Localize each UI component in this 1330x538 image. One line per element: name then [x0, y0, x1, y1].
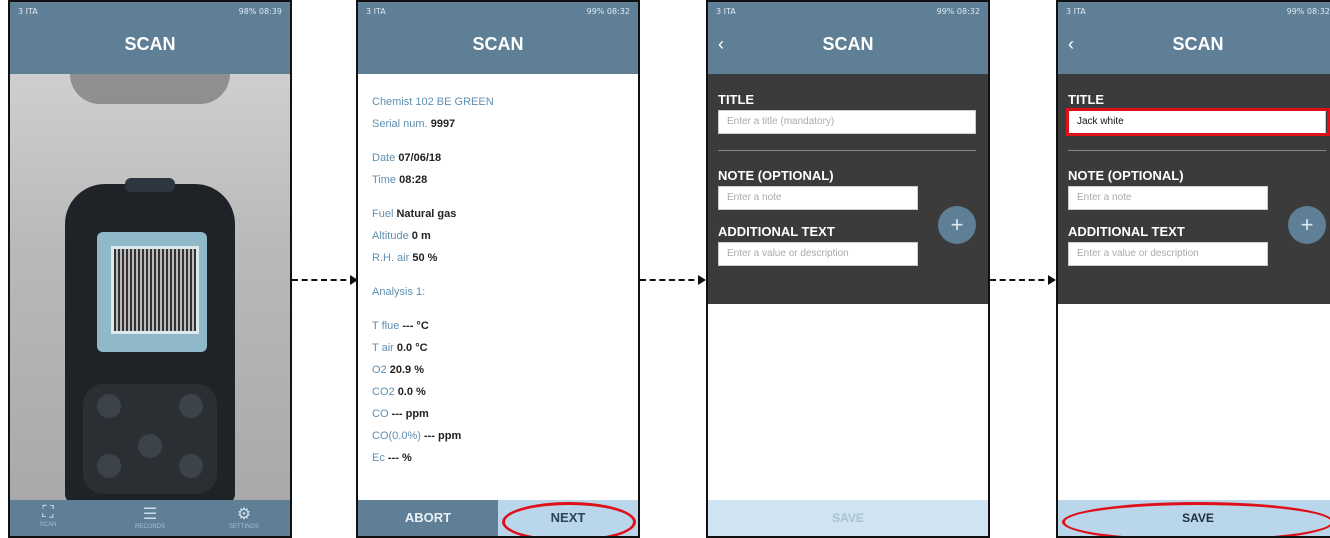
status-bar: 3 ITA 98% 08:39 — [10, 2, 290, 22]
device-cap — [125, 178, 175, 192]
qr-code — [111, 246, 199, 334]
screen-title: SCAN — [1172, 34, 1224, 54]
tflue-row: T flue --- °C — [372, 320, 429, 332]
device-button — [97, 394, 121, 418]
app-bar: ‹ SCAN — [1058, 22, 1330, 74]
screen-title: SCAN — [822, 34, 874, 54]
phone-scan-camera: 3 ITA 98% 08:39 SCAN ⛶ SCAN ☰ RECORDS ⚙ … — [8, 0, 292, 538]
battery-time: 99% 08:32 — [936, 7, 980, 16]
status-bar: 3 ITA 99% 08:32 — [1058, 2, 1330, 22]
phone-save-form-empty: 3 ITA 99% 08:32 ‹ SCAN TITLE Enter a tit… — [706, 0, 990, 538]
app-bar: SCAN — [10, 22, 290, 74]
add-field-button[interactable]: + — [1288, 206, 1326, 244]
co-row: CO --- ppm — [372, 408, 429, 420]
title-input[interactable]: Enter a title (mandatory) — [718, 110, 976, 134]
carrier: 3 ITA — [18, 7, 38, 16]
tab-label: SETTINGS — [228, 524, 259, 530]
additional-text-input[interactable]: Enter a value or description — [1068, 242, 1268, 266]
save-form: TITLE Enter a title (mandatory) NOTE (OP… — [708, 74, 988, 304]
tab-records[interactable]: ☰ RECORDS — [120, 504, 180, 530]
ec-row: Ec --- % — [372, 452, 412, 464]
carrier: 3 ITA — [716, 7, 736, 16]
screen-title: SCAN — [124, 34, 176, 54]
co2-row: CO2 0.0 % — [372, 386, 426, 398]
carrier: 3 ITA — [366, 7, 386, 16]
additional-text-label: ADDITIONAL TEXT — [718, 224, 835, 239]
tab-scan[interactable]: ⛶ SCAN — [18, 504, 78, 528]
title-label: TITLE — [1068, 92, 1105, 107]
battery-time: 98% 08:39 — [238, 7, 282, 16]
highlight-title-input — [1066, 108, 1330, 136]
serial-row: Serial num. 9997 — [372, 118, 456, 130]
status-bar: 3 ITA 99% 08:32 — [708, 2, 988, 22]
scan-report: Chemist 102 BE GREEN Serial num. 9997 Da… — [358, 74, 638, 504]
bottom-tab-bar: ⛶ SCAN ☰ RECORDS ⚙ SETTINGS — [10, 500, 290, 536]
flow-arrow — [640, 275, 706, 285]
save-button[interactable]: SAVE — [708, 500, 988, 536]
phone-save-form-filled: 3 ITA 99% 08:32 ‹ SCAN TITLE Jack white … — [1056, 0, 1330, 538]
status-bar: 3 ITA 99% 08:32 — [358, 2, 638, 22]
add-field-button[interactable]: + — [938, 206, 976, 244]
camera-viewfinder[interactable] — [10, 74, 290, 504]
hand-shadow — [70, 74, 230, 104]
phone-scan-result: 3 ITA 99% 08:32 SCAN Chemist 102 BE GREE… — [356, 0, 640, 538]
analysis-heading: Analysis 1: — [372, 286, 426, 298]
abort-button[interactable]: ABORT — [358, 500, 498, 536]
additional-text-input[interactable]: Enter a value or description — [718, 242, 918, 266]
app-bar: ‹ SCAN — [708, 22, 988, 74]
altitude-row: Altitude 0 m — [372, 230, 431, 242]
additional-text-label: ADDITIONAL TEXT — [1068, 224, 1185, 239]
gear-icon: ⚙ — [236, 506, 252, 523]
list-icon: ☰ — [142, 506, 158, 523]
tair-row: T air 0.0 °C — [372, 342, 428, 354]
device-button — [138, 434, 162, 458]
highlight-next — [502, 502, 636, 536]
tab-settings[interactable]: ⚙ SETTINGS — [214, 504, 274, 530]
tab-label: SCAN — [39, 522, 57, 528]
note-input[interactable]: Enter a note — [718, 186, 918, 210]
flow-arrow — [990, 275, 1056, 285]
analyzer-device — [65, 178, 235, 504]
battery-time: 99% 08:32 — [1286, 7, 1330, 16]
device-screen — [97, 232, 207, 352]
scan-frame-icon: ⛶ — [42, 504, 54, 521]
tab-label: RECORDS — [134, 524, 165, 530]
battery-time: 99% 08:32 — [586, 7, 630, 16]
divider — [1068, 150, 1326, 151]
device-name: Chemist 102 BE GREEN — [372, 96, 494, 108]
device-button — [179, 394, 203, 418]
time-row: Time 08:28 — [372, 174, 428, 186]
flow-arrow — [292, 275, 358, 285]
divider — [718, 150, 976, 151]
device-button — [179, 454, 203, 478]
highlight-save — [1062, 502, 1330, 536]
device-keypad — [83, 384, 217, 494]
carrier: 3 ITA — [1066, 7, 1086, 16]
date-row: Date 07/06/18 — [372, 152, 442, 164]
co0-row: CO(0.0%) --- ppm — [372, 430, 462, 442]
app-bar: SCAN — [358, 22, 638, 74]
o2-row: O2 20.9 % — [372, 364, 424, 376]
screen-title: SCAN — [472, 34, 524, 54]
note-label: NOTE (OPTIONAL) — [1068, 168, 1184, 183]
humidity-row: R.H. air 50 % — [372, 252, 438, 264]
title-label: TITLE — [718, 92, 755, 107]
fuel-row: Fuel Natural gas — [372, 208, 457, 220]
device-button — [97, 454, 121, 478]
note-label: NOTE (OPTIONAL) — [718, 168, 834, 183]
note-input[interactable]: Enter a note — [1068, 186, 1268, 210]
